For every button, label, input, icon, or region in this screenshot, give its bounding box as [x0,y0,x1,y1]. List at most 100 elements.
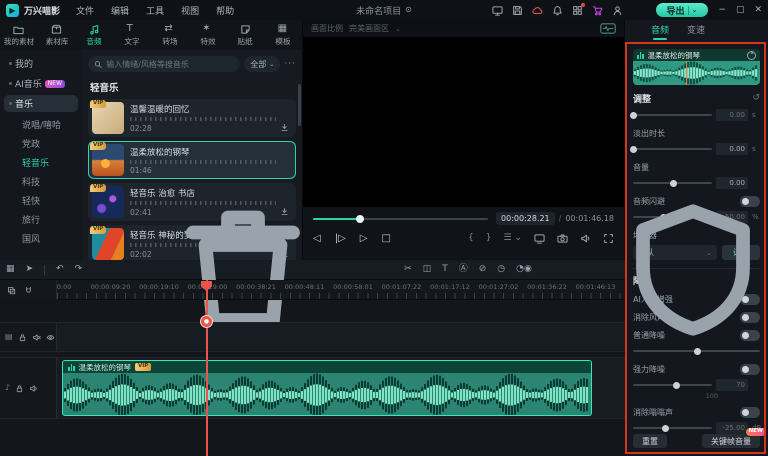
subcategory-轻音乐[interactable]: 轻音乐 [4,153,78,172]
titlebar-user-icon[interactable] [612,5,623,16]
subcategory-科技[interactable]: 科技 [4,172,78,191]
scope-icon[interactable] [600,23,616,34]
category-AI音乐[interactable]: AI音乐NEW [4,75,78,92]
more-button[interactable]: ··· [284,59,296,69]
video-track[interactable]: ▤ [0,322,625,352]
tab-转场[interactable]: ⇄转场 [151,24,189,47]
audio-clip-card[interactable]: 温柔放松的钢琴 [633,49,760,85]
undo-icon[interactable]: ↶ [56,265,64,274]
keyframe-button[interactable]: 关键帧音量 NEW [702,434,760,448]
speech-to-text-icon[interactable]: Ⓐ [459,265,468,274]
maximize-button[interactable]: ▢ [736,5,745,15]
fade-in-value[interactable]: 0.00 [716,109,748,121]
music-item[interactable]: VIP温馨温暖的回忆02:28 [88,99,296,137]
subcategory-说唱/嘻哈[interactable]: 说唱/嘻哈 [4,115,78,134]
speed-timer-icon[interactable]: ◷ [497,265,505,274]
menu-item-视图[interactable]: 视图 [181,4,199,17]
tab-音频[interactable]: 音频 [76,24,114,47]
minimize-button[interactable]: − [718,5,726,15]
aspect-caret-icon[interactable]: ⌄ [395,25,401,33]
aspect-ratio-value[interactable]: 完美画面区 [349,23,389,34]
menu-item-帮助[interactable]: 帮助 [216,4,234,17]
search-input[interactable] [106,60,234,69]
render-preview-icon[interactable]: ◉ [524,265,532,274]
titlebar-display-icon[interactable] [492,5,503,16]
tab-素材库[interactable]: 素材库 [38,24,76,47]
list-scrollbar[interactable] [298,84,301,126]
titlebar-cloud-icon[interactable] [532,5,543,16]
copy-icon[interactable] [7,286,16,295]
select-tool-icon[interactable]: ➤ [26,265,34,274]
audio-clip[interactable]: 温柔放松的钢琴 VIP [62,360,592,416]
menu-item-工具[interactable]: 工具 [146,4,164,17]
eye-icon[interactable] [46,333,55,342]
audio-track[interactable]: ♪ 温柔放松的钢琴 VIP [0,357,625,419]
speaker-icon[interactable] [29,384,38,393]
subcategory-党政[interactable]: 党政 [4,134,78,153]
tab-特效[interactable]: ✶特效 [189,24,227,47]
track-manage-icon[interactable]: ▦ [6,265,15,274]
timeline-ruler[interactable]: 00:0000:00:09:2000:00:19:1000:00:29:0000… [0,280,625,300]
slider-handle[interactable] [694,348,701,355]
titlebar-grid-icon[interactable] [572,5,583,16]
aspect-ratio-label: 画面比例 [311,23,343,34]
snap-magnet-icon[interactable] [24,286,33,295]
denoise-value[interactable]: 70 [716,379,748,391]
tab-模板[interactable]: ▦模板 [264,24,302,47]
tab-我的素材[interactable]: 我的素材 [0,24,38,47]
text-tool-icon[interactable]: T [442,265,448,274]
lock-icon[interactable] [18,333,27,342]
menu-item-文件[interactable]: 文件 [76,4,94,17]
volume-knob-icon[interactable] [747,51,756,60]
video-track-header: ▤ [0,323,57,351]
download-icon[interactable] [280,123,289,133]
volume-value[interactable]: 0.00 [716,177,748,189]
bullet-icon [9,62,12,65]
redo-icon[interactable]: ↷ [75,265,83,274]
toggle-消除嗡嗡声[interactable] [740,407,760,418]
toggle-强力降噪[interactable] [740,364,760,375]
slider-handle[interactable] [673,382,680,389]
properties-tabs: 音频 变速 [625,20,768,40]
lock-icon[interactable] [15,384,24,393]
filter-caret-icon: ⌄ [269,61,274,68]
denoise-value[interactable]: -25.00 [716,422,748,434]
category-我的[interactable]: 我的 [4,55,78,72]
search-box[interactable] [88,56,240,72]
tab-音频[interactable]: 音频 [651,23,669,38]
titlebar-cart-icon[interactable] [592,5,603,16]
titlebar-bell-icon[interactable] [552,5,563,16]
filter-dropdown[interactable]: 全部 ⌄ [244,56,280,72]
slider-handle[interactable] [662,425,669,432]
close-button[interactable]: ✕ [754,5,762,15]
video-viewport[interactable] [303,37,624,207]
denoise-slider[interactable] [633,384,712,386]
playhead-line[interactable] [206,280,208,456]
titlebar-save-icon[interactable] [512,5,523,16]
menu-item-编辑[interactable]: 编辑 [111,4,129,17]
tab-变速[interactable]: 变速 [687,23,705,38]
tab-文字[interactable]: T文字 [113,24,151,47]
denoise-slider[interactable] [633,427,712,429]
ruler-label: 00:01:17:12 [430,283,470,291]
fade-in-slider[interactable] [633,114,712,116]
export-button[interactable]: 导出 ⌄ [656,3,708,17]
duration-timer-icon[interactable]: ◔ [516,265,524,274]
fade-out-value[interactable]: 0.00 [716,143,748,155]
tab-贴纸[interactable]: 贴纸 [227,24,265,47]
mute-icon[interactable] [32,333,41,342]
music-item[interactable]: VIP温柔放松的钢琴01:46 [88,141,296,179]
project-edit-icon[interactable]: ⊙ [405,6,412,14]
reset-section-icon[interactable]: ↺ [752,94,760,103]
playhead-badge[interactable]: ● [200,315,213,328]
volume-slider[interactable] [633,182,712,184]
clip-waveform-preview[interactable] [633,61,760,85]
fade-out-slider[interactable] [633,148,712,150]
unlink-icon[interactable]: ⊘ [479,265,487,274]
denoise-slider[interactable] [633,350,760,352]
category-音乐[interactable]: 音乐 [4,95,78,112]
crop-icon[interactable]: ◫ [423,265,432,274]
split-scissors-icon[interactable]: ✂ [404,265,412,274]
export-caret-icon[interactable]: ⌄ [692,6,698,14]
reset-button[interactable]: 重置 [633,434,667,448]
